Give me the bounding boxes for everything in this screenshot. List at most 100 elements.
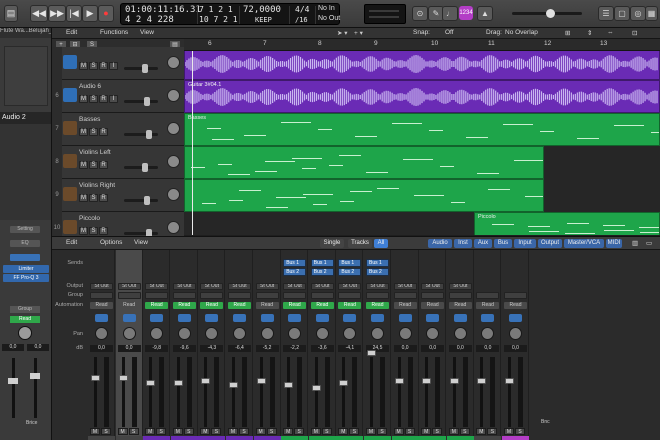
track-region[interactable]: Basses — [184, 113, 660, 146]
group-slot[interactable] — [200, 292, 224, 299]
group-slot[interactable] — [283, 292, 307, 299]
output-slot[interactable]: St Out — [310, 283, 334, 290]
zoom-horizontal-icon[interactable]: ⇔ — [607, 29, 614, 36]
track-region[interactable]: Guitar 3#04.1 — [184, 80, 660, 113]
plugin-icon[interactable] — [233, 314, 246, 322]
send-slot[interactable]: Bus 2 — [366, 268, 389, 276]
output-slot[interactable]: St Out — [338, 283, 362, 290]
inspector-read-button[interactable]: Read — [10, 316, 40, 323]
solo-button[interactable]: S — [377, 428, 387, 435]
pan-knob[interactable] — [426, 327, 440, 340]
forward-button[interactable]: ▶▶ — [48, 5, 66, 22]
track-pan-knob[interactable] — [167, 155, 180, 168]
automation-mode-button[interactable]: Read — [366, 302, 389, 309]
plugin-icon[interactable] — [260, 314, 274, 322]
plugin-icon[interactable] — [177, 314, 191, 322]
output-slot[interactable]: St Out — [228, 283, 251, 290]
volume-fader[interactable] — [367, 350, 376, 356]
track-header[interactable]: 6 Audio 6 MSRI — [52, 80, 184, 113]
track-header[interactable]: 7 Basses M S R — [52, 113, 184, 146]
mixer-view-menu[interactable]: View — [134, 239, 148, 246]
pan-knob[interactable] — [371, 327, 384, 340]
group-slot[interactable] — [366, 292, 389, 299]
output-slot[interactable]: St Out — [448, 283, 472, 290]
master-volume-slider[interactable] — [512, 9, 582, 18]
track-pan-knob[interactable] — [167, 188, 180, 201]
pan-knob[interactable] — [481, 327, 495, 340]
mixer-layout-icon[interactable]: ▥ — [632, 239, 638, 247]
go-to-start-button[interactable]: |◀ — [66, 5, 82, 22]
track-pan-knob[interactable] — [167, 89, 180, 102]
track-s-button[interactable]: S — [89, 227, 98, 235]
solo-button[interactable]: S — [156, 428, 167, 435]
automation-mode-button[interactable]: Read — [504, 302, 527, 309]
automation-mode-button[interactable]: Read — [448, 302, 472, 309]
loop-browser-icon[interactable]: ◎ — [630, 6, 646, 21]
volume-fader[interactable] — [449, 378, 459, 384]
group-slot[interactable] — [117, 292, 141, 299]
channel-strip[interactable]: St Out Read -4,3 M S — [198, 250, 226, 440]
plugin-icon[interactable] — [315, 314, 329, 322]
send-slot[interactable]: Bus 1 — [366, 259, 389, 267]
mute-button[interactable]: M — [310, 428, 321, 435]
playhead[interactable] — [192, 51, 193, 235]
track-volume-knob[interactable] — [146, 130, 152, 139]
volume-fader[interactable] — [256, 378, 266, 384]
volume-fader[interactable] — [146, 380, 156, 386]
browser-icon[interactable]: ▦ — [645, 6, 658, 21]
volume-fader[interactable] — [477, 378, 487, 384]
mixer-wide-icon[interactable]: ▭ — [646, 239, 652, 247]
channel-strip[interactable]: St Out Read 0,0 M S — [391, 250, 419, 440]
plugin-icon[interactable] — [453, 314, 467, 322]
metronome-click-icon[interactable]: ▲ — [477, 6, 493, 21]
plugin-icon[interactable] — [426, 314, 440, 322]
track-region[interactable] — [184, 51, 660, 80]
output-slot[interactable]: St Out — [200, 283, 224, 290]
group-slot[interactable] — [338, 292, 362, 299]
lcd-display[interactable]: 01:00:11:16.31 4 2 4 228 7 1 2 1 10 7 2 … — [120, 3, 340, 25]
mute-button[interactable]: M — [90, 428, 100, 435]
mute-button[interactable]: M — [172, 428, 183, 435]
channel-strip[interactable]: St Out Read 0,0 M S — [88, 250, 115, 440]
rewind-button[interactable]: ◀◀ — [30, 5, 48, 22]
channel-strip[interactable]: St Out Read 0,0 M S — [419, 250, 447, 440]
inspector-pan-knob[interactable] — [18, 326, 32, 340]
inspector-fader-right[interactable] — [30, 373, 40, 379]
mixer-tab-all[interactable]: All — [374, 239, 388, 248]
send-slot[interactable]: Bus 1 — [283, 259, 307, 267]
mute-button[interactable]: M — [200, 428, 211, 435]
track-m-button[interactable]: M — [79, 128, 88, 136]
solo-button[interactable]: S — [487, 428, 498, 435]
volume-fader[interactable] — [311, 385, 321, 391]
solo-button[interactable]: S — [128, 428, 139, 435]
count-in-badge[interactable]: 1234 — [459, 6, 473, 20]
channel-strip[interactable]: St Out Read 0,0 M S — [115, 250, 143, 440]
send-slot[interactable]: Bus 2 — [283, 268, 307, 276]
pan-knob[interactable] — [509, 327, 522, 340]
bar-ruler[interactable]: 6 7 8 9 10 11 12 13 — [184, 39, 660, 51]
mixer-edit-menu[interactable]: Edit — [66, 239, 77, 246]
solo-button[interactable]: S — [404, 428, 415, 435]
tracks-edit-menu[interactable]: Edit — [66, 29, 77, 36]
automation-mode-button[interactable]: Read — [90, 302, 113, 309]
send-slot[interactable]: Bus 1 — [338, 259, 362, 267]
track-volume-slider[interactable] — [124, 130, 158, 139]
mixer-filter-aux[interactable]: Aux — [474, 239, 492, 248]
track-m-button[interactable]: M — [79, 194, 88, 202]
pan-knob[interactable] — [233, 327, 246, 340]
output-slot[interactable]: St Out — [90, 283, 113, 290]
automation-mode-button[interactable]: Read — [145, 302, 169, 309]
automation-mode-button[interactable]: Read — [283, 302, 307, 309]
mixer-filter-output[interactable]: Output — [538, 239, 562, 248]
automation-mode-button[interactable]: Read — [200, 302, 224, 309]
mixer-tab-single[interactable]: Single — [320, 239, 344, 248]
solo-button[interactable]: S — [266, 428, 277, 435]
track-name[interactable]: Basses — [79, 116, 100, 123]
track-s-button[interactable]: S — [89, 128, 98, 136]
solo-button[interactable]: S — [294, 428, 305, 435]
track-s-button[interactable]: S — [89, 161, 98, 169]
track-name[interactable]: Violins Left — [79, 149, 111, 156]
volume-fader[interactable] — [422, 378, 432, 384]
master-volume-knob[interactable] — [546, 9, 555, 18]
track-region[interactable]: Piccolo — [474, 212, 660, 235]
